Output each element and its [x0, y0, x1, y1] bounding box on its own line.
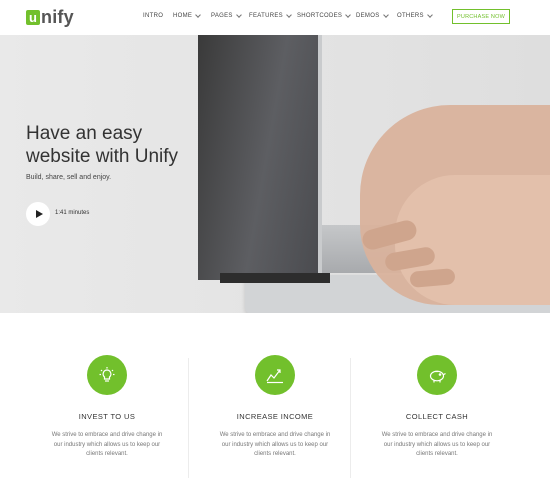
hero-title: Have an easy website with Unify — [26, 122, 226, 168]
divider — [350, 358, 351, 478]
nav-label: INTRO — [143, 13, 164, 19]
play-video-button[interactable] — [26, 202, 50, 226]
nav-label: DEMOS — [356, 13, 380, 19]
chevron-down-icon — [235, 12, 242, 18]
divider — [188, 358, 189, 478]
nav-label: FEATURES — [249, 13, 283, 19]
feature-invest: INVEST TO US We strive to embrace and dr… — [26, 355, 188, 460]
chevron-down-icon — [426, 12, 433, 18]
feature-collect: COLLECT CASH We strive to embrace and dr… — [356, 355, 518, 460]
feature-title: COLLECT CASH — [405, 412, 469, 421]
video-duration: 1:41 minutes — [55, 210, 90, 216]
nav-item-shortcodes[interactable]: SHORTCODES — [297, 12, 352, 19]
feature-description: We strive to embrace and drive change in… — [219, 432, 331, 457]
nav-item-home[interactable]: HOME — [173, 12, 202, 19]
feature-description: We strive to embrace and drive change in… — [381, 432, 493, 457]
purchase-now-button[interactable]: PURCHASE NOW — [452, 9, 510, 24]
chevron-down-icon — [195, 12, 202, 18]
logo-mark: u — [26, 9, 40, 25]
feature-description: We strive to embrace and drive change in… — [51, 432, 163, 457]
nav-label: PAGES — [211, 13, 233, 19]
hero-subtitle: Build, share, sell and enjoy. — [26, 174, 112, 181]
nav-item-features[interactable]: FEATURES — [249, 12, 292, 19]
hero-title-line: website with Unify — [26, 146, 179, 167]
chevron-down-icon — [286, 12, 292, 18]
features-section: INVEST TO US We strive to embrace and dr… — [0, 313, 550, 500]
site-header: u nify INTRO HOME PAGES FEATURES SHORTCO… — [0, 0, 550, 35]
hero-title-line: Have an easy — [26, 123, 143, 144]
laptop-hinge — [220, 273, 330, 283]
logo-text: nify — [41, 6, 74, 27]
play-icon — [35, 210, 43, 218]
chevron-down-icon — [345, 12, 352, 18]
nav-item-demos[interactable]: DEMOS — [356, 12, 389, 19]
hero-section: Have an easy website with Unify Build, s… — [0, 35, 550, 313]
chart-growth-icon — [255, 355, 295, 395]
nav-label: HOME — [173, 13, 193, 19]
nav-item-pages[interactable]: PAGES — [211, 12, 242, 19]
lightbulb-icon — [87, 355, 127, 395]
nav-item-others[interactable]: OTHERS — [397, 12, 433, 19]
piggy-bank-icon — [417, 355, 457, 395]
unify-logo[interactable]: u nify — [26, 6, 74, 28]
chevron-down-icon — [382, 12, 389, 18]
feature-title: INCREASE INCOME — [236, 412, 314, 421]
nav-label: SHORTCODES — [297, 13, 343, 19]
nav-item-intro[interactable]: INTRO — [143, 13, 163, 19]
feature-title: INVEST TO US — [78, 412, 136, 421]
feature-income: INCREASE INCOME We strive to embrace and… — [194, 355, 356, 460]
nav-label: OTHERS — [397, 13, 424, 19]
